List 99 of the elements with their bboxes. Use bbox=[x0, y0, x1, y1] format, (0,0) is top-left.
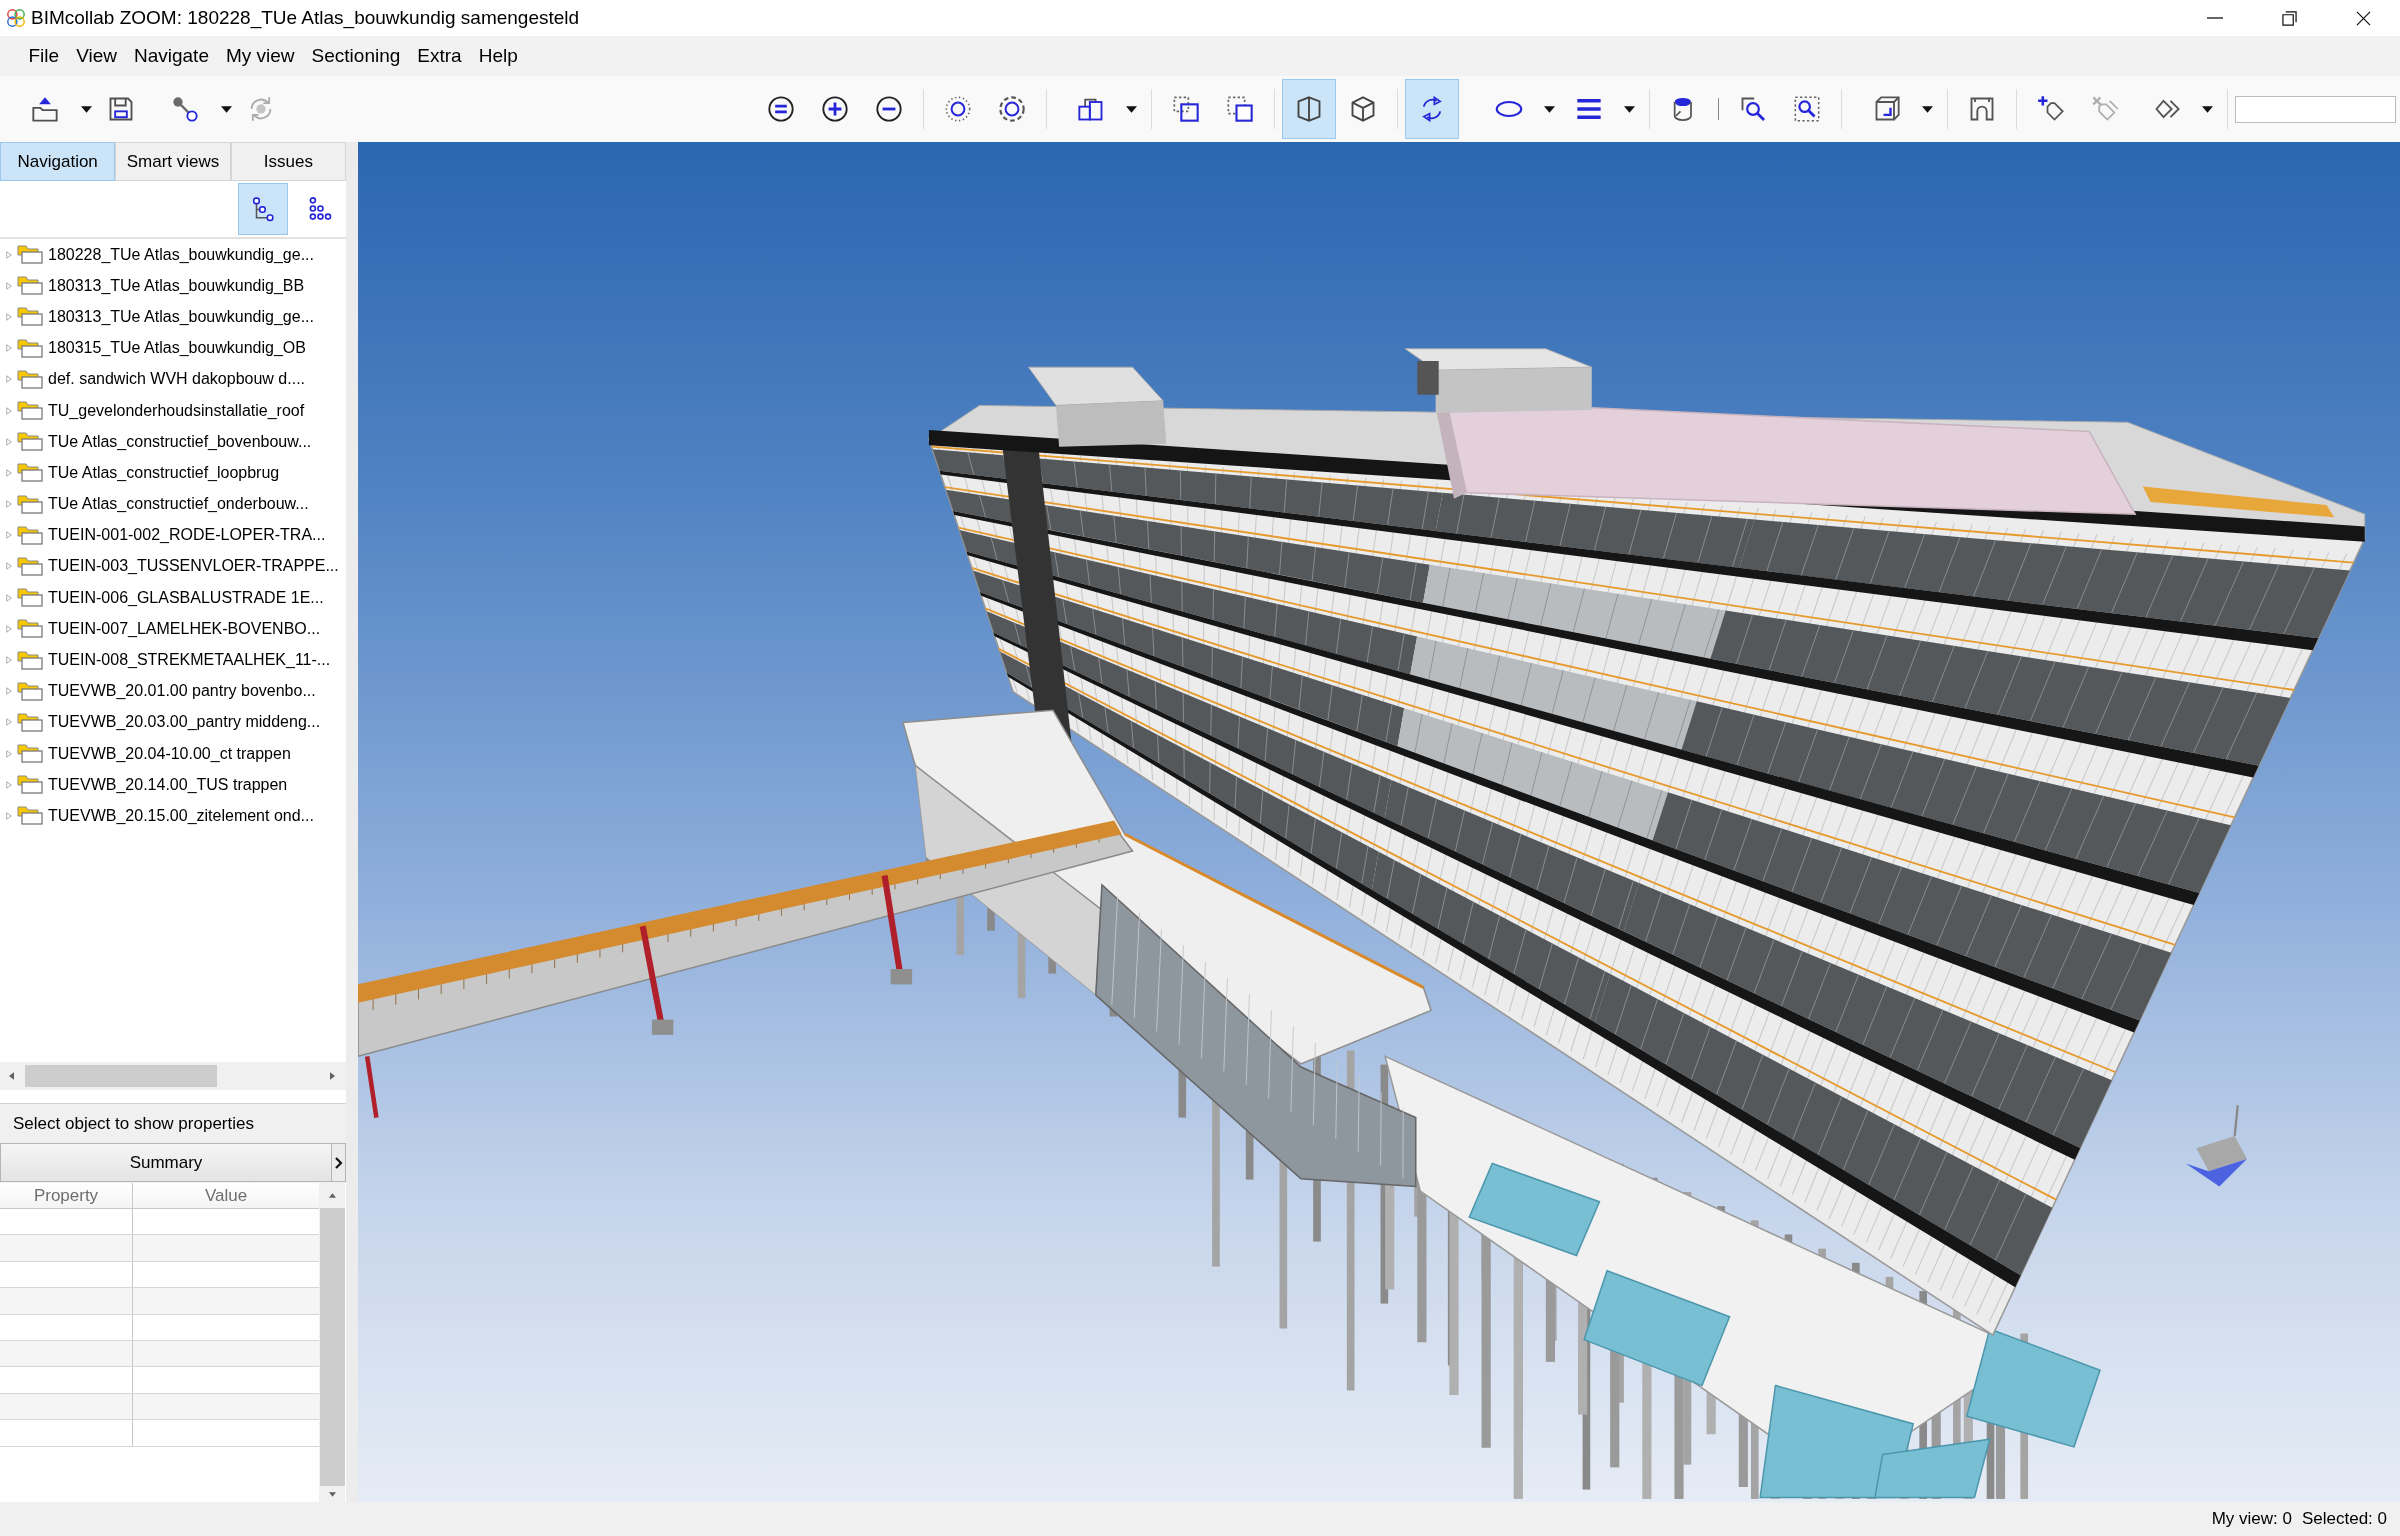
column-header[interactable]: Value bbox=[133, 1183, 319, 1208]
tree-item-label[interactable]: TUEIN-006_GLASBALUSTRADE 1E... bbox=[48, 588, 324, 607]
dots-grid-icon bbox=[308, 196, 334, 222]
caret-icon bbox=[1125, 105, 1137, 113]
menu-item[interactable]: Extra bbox=[408, 45, 471, 67]
tree-item-label[interactable]: 180228_TUe Atlas_bouwkundig_ge... bbox=[48, 245, 314, 264]
arch-frame-icon bbox=[1968, 95, 1996, 123]
tree-item-label[interactable]: TUEVWB_20.03.00_pantry middeng... bbox=[48, 713, 321, 732]
dotted-circle-icon bbox=[944, 95, 972, 123]
tab[interactable]: Issues bbox=[230, 142, 346, 181]
zoom-out-icon bbox=[875, 95, 903, 123]
up-arrow-icon[interactable] bbox=[328, 1193, 336, 1198]
menu-item[interactable]: Sectioning bbox=[303, 45, 409, 67]
box-corner-icon bbox=[1873, 95, 1901, 123]
menu-item[interactable]: Help bbox=[470, 45, 527, 67]
left-arrow-icon[interactable] bbox=[9, 1072, 14, 1080]
tree-item-label[interactable]: 180313_TUe Atlas_bouwkundig_ge... bbox=[48, 307, 314, 326]
tree-structure-icon bbox=[250, 196, 276, 222]
split-cube-icon bbox=[1295, 95, 1323, 123]
down-arrow-icon[interactable] bbox=[328, 1491, 336, 1497]
folder-icon bbox=[17, 276, 43, 296]
folder-arrow-icon bbox=[31, 95, 59, 123]
tag-cross-icon bbox=[2091, 95, 2119, 123]
circle-equals-icon bbox=[767, 95, 795, 123]
tree-item-label[interactable]: TUEIN-003_TUSSENVLOER-TRAPPE... bbox=[48, 557, 339, 576]
status-text: My view: 0 bbox=[2211, 1509, 2292, 1529]
tree-item-label[interactable]: TUEVWB_20.15.00_zitelement ond... bbox=[48, 806, 314, 825]
tree-item-label[interactable]: 180315_TUe Atlas_bouwkundig_OB bbox=[48, 339, 306, 358]
window-title: BIMcollab ZOOM: 180228_TUe Atlas_bouwkundig samengesteld bbox=[31, 7, 581, 29]
tree-item-label[interactable]: TUEIN-001-002_RODE-LOPER-TRA... bbox=[48, 526, 326, 545]
folder-icon bbox=[17, 775, 43, 795]
caret-icon bbox=[1623, 105, 1635, 113]
tree-item-label[interactable]: TU_gevelonderhoudsinstallatie_roof bbox=[48, 401, 305, 420]
tree-item-label[interactable]: def. sandwich WVH dakopbouw d.... bbox=[48, 370, 306, 389]
folder-icon bbox=[17, 619, 43, 639]
overlapping-squares-icon bbox=[1226, 95, 1254, 123]
folder-icon bbox=[17, 338, 43, 358]
tree-view-button[interactable] bbox=[238, 183, 288, 235]
folder-icon bbox=[17, 588, 43, 608]
folder-icon bbox=[17, 463, 43, 483]
tree-item-label[interactable]: TUe Atlas_constructief_bovenbouw... bbox=[48, 432, 312, 451]
menu-item[interactable]: My view bbox=[217, 45, 304, 67]
folder-icon bbox=[17, 650, 43, 670]
tree-item-label[interactable]: TUe Atlas_constructief_loopbrug bbox=[48, 463, 280, 482]
splitter-handle[interactable] bbox=[346, 142, 358, 1502]
tree-item-label[interactable]: TUEVWB_20.01.00 pantry bovenbo... bbox=[48, 682, 316, 701]
caret-icon bbox=[1543, 105, 1555, 113]
tree-item-label[interactable]: 180313_TUe Atlas_bouwkundig_BB bbox=[48, 276, 305, 295]
tag-plus-icon bbox=[2037, 95, 2065, 123]
menu-item[interactable]: View bbox=[67, 45, 126, 67]
properties-hint: Select object to show properties bbox=[12, 1113, 255, 1135]
folder-icon bbox=[17, 401, 43, 421]
horizontal-scrollbar[interactable] bbox=[0, 1062, 346, 1090]
status-text: Selected: 0 bbox=[2301, 1509, 2387, 1529]
caret-icon bbox=[1921, 105, 1933, 113]
close-icon bbox=[2355, 10, 2371, 26]
folder-icon bbox=[17, 556, 43, 576]
node-link-icon bbox=[171, 95, 199, 123]
chevron-right-icon bbox=[334, 1156, 343, 1169]
tree-item-label[interactable]: TUEIN-007_LAMELHEK-BOVENBO... bbox=[48, 619, 321, 638]
rotate-button[interactable] bbox=[1405, 79, 1459, 139]
search-field[interactable] bbox=[2235, 95, 2396, 123]
folder-icon bbox=[17, 307, 43, 327]
tree-item-label[interactable]: TUEIN-008_STREKMETAALHEK_11-... bbox=[48, 651, 331, 670]
folder-icon bbox=[17, 806, 43, 826]
tree-item-label[interactable]: TUe Atlas_constructief_onderbouw... bbox=[48, 495, 309, 514]
minimize-icon bbox=[2207, 17, 2223, 19]
box-view-button[interactable] bbox=[1282, 79, 1336, 139]
column-header[interactable]: Property bbox=[0, 1183, 133, 1208]
caret-icon bbox=[220, 105, 232, 113]
next-section-button[interactable] bbox=[332, 1143, 346, 1182]
folder-icon bbox=[17, 681, 43, 701]
cube-icon bbox=[1349, 95, 1377, 123]
menu-item[interactable]: File bbox=[20, 45, 68, 67]
caret-icon bbox=[2201, 105, 2213, 113]
folder-icon bbox=[17, 245, 43, 265]
tab[interactable]: Navigation bbox=[0, 142, 116, 181]
tree-item-label[interactable]: TUEVWB_20.14.00_TUS trappen bbox=[48, 775, 288, 794]
folder-icon bbox=[17, 525, 43, 545]
folder-icon bbox=[17, 432, 43, 452]
restore-icon bbox=[2281, 10, 2297, 26]
app-logo-icon bbox=[6, 8, 26, 28]
folder-icon bbox=[17, 369, 43, 389]
folder-icon bbox=[17, 744, 43, 764]
zoom-in-icon bbox=[821, 95, 849, 123]
folder-icon bbox=[17, 712, 43, 732]
caret-icon bbox=[80, 105, 92, 113]
dashed-zoom-icon bbox=[1793, 95, 1821, 123]
scrollbar-thumb[interactable] bbox=[25, 1065, 217, 1087]
section-header[interactable]: Summary bbox=[0, 1143, 332, 1182]
tree-item-label[interactable]: TUEVWB_20.04-10.00_ct trappen bbox=[48, 744, 291, 763]
right-arrow-icon[interactable] bbox=[330, 1072, 335, 1080]
dashed-circle-icon bbox=[998, 95, 1026, 123]
zoom-box-icon bbox=[1739, 95, 1767, 123]
menu-item[interactable]: Navigate bbox=[125, 45, 218, 67]
dashed-square-icon bbox=[1172, 95, 1200, 123]
tab[interactable]: Smart views bbox=[115, 142, 231, 181]
3d-viewport[interactable] bbox=[358, 142, 2400, 1502]
folder-icon bbox=[17, 494, 43, 514]
